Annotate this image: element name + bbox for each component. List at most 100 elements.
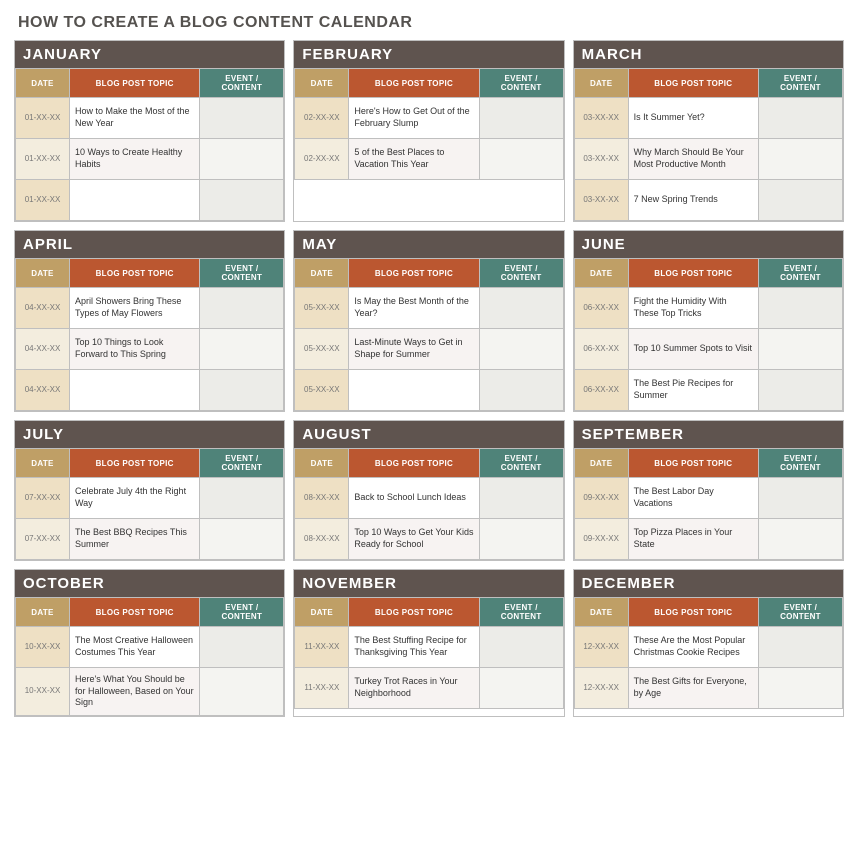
month-name: FEBRUARY (294, 41, 563, 68)
date-header: DATE (574, 69, 628, 98)
event-cell (200, 139, 284, 180)
table-row: 02-XX-XX5 of the Best Places to Vacation… (295, 139, 563, 180)
table-row: 06-XX-XXTop 10 Summer Spots to Visit (574, 329, 842, 370)
table-row: 12-XX-XXThese Are the Most Popular Chris… (574, 627, 842, 668)
topic-cell: How to Make the Most of the New Year (70, 98, 200, 139)
date-cell: 09-XX-XX (574, 519, 628, 560)
month-block: MAYDATEBLOG POST TOPICEVENT / CONTENT05-… (293, 230, 564, 412)
date-header: DATE (295, 69, 349, 98)
event-cell (479, 329, 563, 370)
topic-cell: Top 10 Ways to Get Your Kids Ready for S… (349, 519, 479, 560)
month-table: DATEBLOG POST TOPICEVENT / CONTENT04-XX-… (15, 258, 284, 411)
topic-cell: Fight the Humidity With These Top Tricks (628, 288, 758, 329)
month-name: NOVEMBER (294, 570, 563, 597)
topic-header: BLOG POST TOPIC (349, 449, 479, 478)
topic-cell: The Most Creative Halloween Costumes Thi… (70, 627, 200, 668)
table-row: 09-XX-XXThe Best Labor Day Vacations (574, 478, 842, 519)
month-name: SEPTEMBER (574, 421, 843, 448)
event-header: EVENT / CONTENT (479, 69, 563, 98)
date-header: DATE (574, 449, 628, 478)
calendar-grid: JANUARYDATEBLOG POST TOPICEVENT / CONTEN… (10, 40, 848, 717)
topic-cell: Last-Minute Ways to Get in Shape for Sum… (349, 329, 479, 370)
topic-header: BLOG POST TOPIC (628, 598, 758, 627)
event-cell (200, 370, 284, 411)
table-row: 08-XX-XXTop 10 Ways to Get Your Kids Rea… (295, 519, 563, 560)
topic-cell: Top 10 Things to Look Forward to This Sp… (70, 329, 200, 370)
month-table: DATEBLOG POST TOPICEVENT / CONTENT09-XX-… (574, 448, 843, 560)
event-header: EVENT / CONTENT (759, 259, 843, 288)
event-header: EVENT / CONTENT (759, 449, 843, 478)
month-name: JANUARY (15, 41, 284, 68)
page-title: HOW TO CREATE A BLOG CONTENT CALENDAR (18, 14, 848, 32)
table-row: 11-XX-XXTurkey Trot Races in Your Neighb… (295, 668, 563, 709)
event-cell (200, 180, 284, 221)
event-cell (200, 519, 284, 560)
topic-cell: 5 of the Best Places to Vacation This Ye… (349, 139, 479, 180)
date-cell: 06-XX-XX (574, 329, 628, 370)
topic-header: BLOG POST TOPIC (349, 598, 479, 627)
topic-cell: Top Pizza Places in Your State (628, 519, 758, 560)
event-cell (759, 627, 843, 668)
table-row: 10-XX-XXHere's What You Should be for Ha… (16, 668, 284, 716)
table-row: 05-XX-XXLast-Minute Ways to Get in Shape… (295, 329, 563, 370)
event-header: EVENT / CONTENT (479, 449, 563, 478)
table-row: 04-XX-XX (16, 370, 284, 411)
date-cell: 05-XX-XX (295, 288, 349, 329)
table-row: 04-XX-XXTop 10 Things to Look Forward to… (16, 329, 284, 370)
month-name: JULY (15, 421, 284, 448)
table-row: 05-XX-XX (295, 370, 563, 411)
topic-header: BLOG POST TOPIC (349, 259, 479, 288)
date-cell: 06-XX-XX (574, 288, 628, 329)
date-cell: 02-XX-XX (295, 98, 349, 139)
date-cell: 11-XX-XX (295, 627, 349, 668)
event-header: EVENT / CONTENT (200, 449, 284, 478)
date-cell: 06-XX-XX (574, 370, 628, 411)
event-cell (759, 288, 843, 329)
table-row: 05-XX-XXIs May the Best Month of the Yea… (295, 288, 563, 329)
topic-header: BLOG POST TOPIC (70, 449, 200, 478)
month-block: AUGUSTDATEBLOG POST TOPICEVENT / CONTENT… (293, 420, 564, 561)
event-cell (479, 139, 563, 180)
table-row: 09-XX-XXTop Pizza Places in Your State (574, 519, 842, 560)
month-block: JULYDATEBLOG POST TOPICEVENT / CONTENT07… (14, 420, 285, 561)
topic-cell: Back to School Lunch Ideas (349, 478, 479, 519)
event-cell (479, 668, 563, 709)
date-cell: 12-XX-XX (574, 627, 628, 668)
month-name: JUNE (574, 231, 843, 258)
event-cell (759, 180, 843, 221)
table-row: 03-XX-XX7 New Spring Trends (574, 180, 842, 221)
month-name: DECEMBER (574, 570, 843, 597)
table-row: 03-XX-XXWhy March Should Be Your Most Pr… (574, 139, 842, 180)
topic-cell: Is May the Best Month of the Year? (349, 288, 479, 329)
event-cell (759, 668, 843, 709)
event-header: EVENT / CONTENT (200, 598, 284, 627)
month-block: DECEMBERDATEBLOG POST TOPICEVENT / CONTE… (573, 569, 844, 717)
event-cell (479, 98, 563, 139)
month-name: APRIL (15, 231, 284, 258)
event-cell (759, 478, 843, 519)
date-cell: 11-XX-XX (295, 668, 349, 709)
date-cell: 02-XX-XX (295, 139, 349, 180)
date-header: DATE (295, 449, 349, 478)
month-block: JANUARYDATEBLOG POST TOPICEVENT / CONTEN… (14, 40, 285, 222)
event-header: EVENT / CONTENT (759, 598, 843, 627)
topic-cell (349, 370, 479, 411)
table-row: 01-XX-XXHow to Make the Most of the New … (16, 98, 284, 139)
topic-cell (70, 180, 200, 221)
topic-cell: The Best Labor Day Vacations (628, 478, 758, 519)
topic-header: BLOG POST TOPIC (70, 598, 200, 627)
event-cell (200, 329, 284, 370)
month-table: DATEBLOG POST TOPICEVENT / CONTENT03-XX-… (574, 68, 843, 221)
topic-cell: Why March Should Be Your Most Productive… (628, 139, 758, 180)
topic-header: BLOG POST TOPIC (70, 259, 200, 288)
month-name: OCTOBER (15, 570, 284, 597)
topic-header: BLOG POST TOPIC (628, 69, 758, 98)
date-header: DATE (16, 259, 70, 288)
event-cell (479, 519, 563, 560)
month-block: OCTOBERDATEBLOG POST TOPICEVENT / CONTEN… (14, 569, 285, 717)
month-table: DATEBLOG POST TOPICEVENT / CONTENT02-XX-… (294, 68, 563, 180)
month-name: MAY (294, 231, 563, 258)
table-row: 03-XX-XXIs It Summer Yet? (574, 98, 842, 139)
table-row: 11-XX-XXThe Best Stuffing Recipe for Tha… (295, 627, 563, 668)
month-table: DATEBLOG POST TOPICEVENT / CONTENT07-XX-… (15, 448, 284, 560)
